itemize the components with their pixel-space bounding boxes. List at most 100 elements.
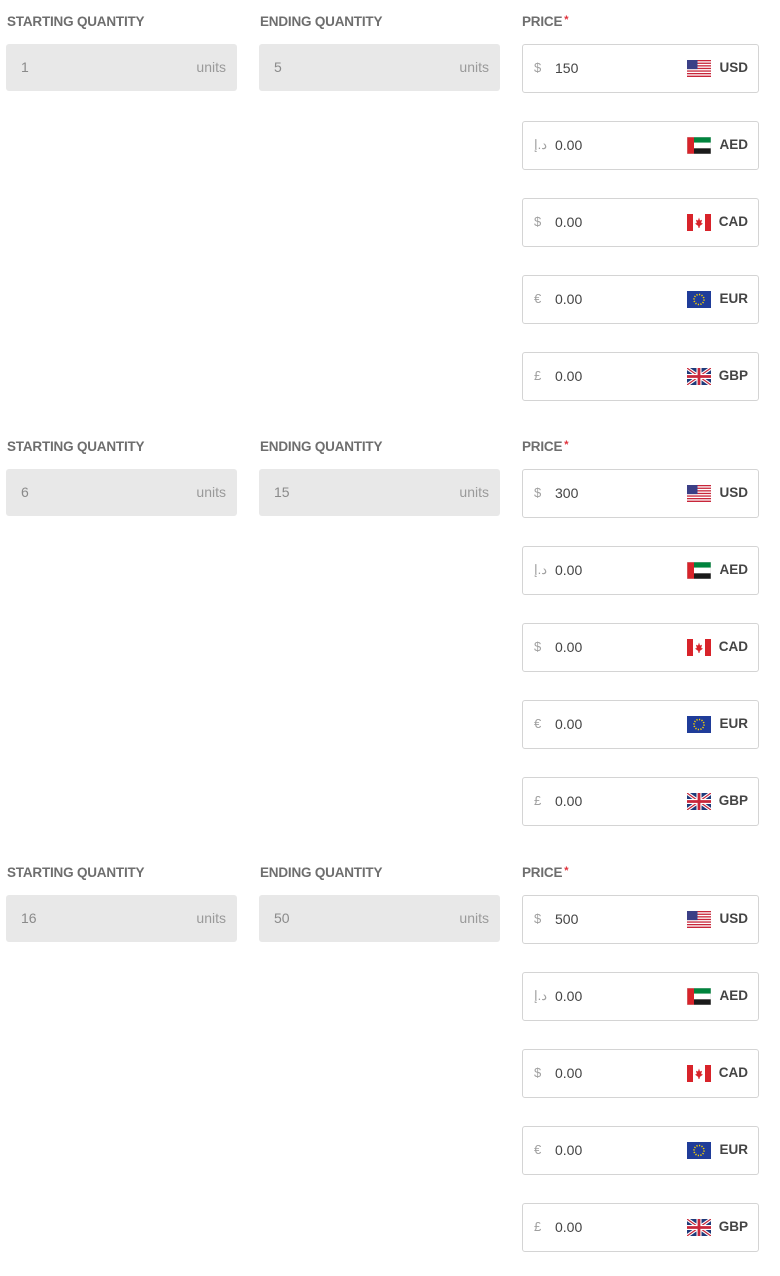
price-input-eur[interactable]: €0.00 EUR [522,1126,759,1175]
starting-quantity-label: STARTING QUANTITY [7,14,145,29]
uk-flag-icon [686,366,712,387]
price-input-cad[interactable]: $0.00 CAD [522,623,759,672]
price-input-usd[interactable]: $300 USD [522,469,759,518]
price-input-aed[interactable]: د.إ 0.00 AED [522,546,759,595]
price-input-eur[interactable]: €0.00 EUR [522,700,759,749]
currency-symbol: د.إ [534,562,548,577]
price-amount: 500 [555,911,579,927]
canada-flag-icon [687,214,711,231]
canada-flag-icon [687,1065,711,1082]
uae-flag-icon [686,987,712,1006]
currency-symbol: $ [534,485,542,500]
eu-flag-icon [687,1142,711,1159]
starting-quantity-label: STARTING QUANTITY [7,865,145,880]
price-label-text: PRICE [522,14,563,29]
price-input-cad[interactable]: $0.00 CAD [522,198,759,247]
currency-code: AED [719,988,748,1003]
uae-flag-icon [686,561,712,580]
price-input-aed[interactable]: د.إ 0.00 AED [522,972,759,1021]
price-amount: 0.00 [555,368,583,384]
price-input-usd[interactable]: $500 USD [522,895,759,944]
price-amount: 0.00 [555,1219,583,1235]
starting-quantity-value: 1 [21,59,29,75]
starting-quantity-value: 16 [21,910,37,926]
uae-flag-icon [686,136,712,155]
currency-symbol: £ [534,793,542,808]
price-input-usd[interactable]: $150 USD [522,44,759,93]
currency-symbol: € [534,716,542,731]
uk-flag-icon [686,1217,712,1238]
price-amount: 0.00 [555,137,583,153]
currency-code: USD [719,911,748,926]
price-amount: 0.00 [555,639,583,655]
currency-symbol: $ [534,639,542,654]
price-amount: 0.00 [555,793,583,809]
us-flag-icon [687,911,711,928]
price-amount: 0.00 [555,291,583,307]
price-amount: 0.00 [555,716,583,732]
price-tier: STARTING QUANTITY ENDING QUANTITY PRICE *… [0,0,780,425]
currency-symbol: £ [534,1219,542,1234]
ending-quantity-field[interactable]: 50 units [259,895,500,942]
currency-code: CAD [718,639,748,654]
ending-quantity-label: ENDING QUANTITY [260,439,383,454]
price-tier: STARTING QUANTITY ENDING QUANTITY PRICE *… [0,425,780,850]
currency-code: GBP [718,368,748,383]
price-input-gbp[interactable]: £0.00 GBP [522,1203,759,1252]
price-label: PRICE * [522,14,569,29]
starting-quantity-label: STARTING QUANTITY [7,439,145,454]
price-label-text: PRICE [522,865,563,880]
price-tier: STARTING QUANTITY ENDING QUANTITY PRICE *… [0,851,780,1276]
currency-code: GBP [718,793,748,808]
currency-code: EUR [719,716,748,731]
currency-symbol: د.إ [534,137,548,152]
starting-quantity-value: 6 [21,484,29,500]
required-marker: * [564,14,569,26]
currency-code: CAD [718,1065,748,1080]
units-suffix: units [459,484,489,500]
ending-quantity-field[interactable]: 5 units [259,44,500,91]
currency-symbol: $ [534,214,542,229]
currency-code: CAD [718,214,748,229]
ending-quantity-value: 5 [274,59,282,75]
canada-flag-icon [687,639,711,656]
price-input-cad[interactable]: $0.00 CAD [522,1049,759,1098]
currency-symbol: $ [534,60,542,75]
us-flag-icon [687,485,711,502]
currency-code: USD [719,485,748,500]
price-amount: 300 [555,485,579,501]
units-suffix: units [196,59,226,75]
uk-flag-icon [686,791,712,812]
price-input-eur[interactable]: €0.00 EUR [522,275,759,324]
units-suffix: units [196,910,226,926]
units-suffix: units [459,59,489,75]
price-amount: 0.00 [555,214,583,230]
currency-code: AED [719,137,748,152]
currency-code: AED [719,562,748,577]
price-input-aed[interactable]: د.إ 0.00 AED [522,121,759,170]
price-amount: 0.00 [555,1065,583,1081]
ending-quantity-value: 15 [274,484,290,500]
currency-code: GBP [718,1219,748,1234]
eu-flag-icon [687,291,711,308]
starting-quantity-field[interactable]: 6 units [6,469,237,516]
currency-symbol: € [534,291,542,306]
starting-quantity-field[interactable]: 1 units [6,44,237,91]
price-amount: 0.00 [555,1142,583,1158]
currency-symbol: $ [534,1065,542,1080]
ending-quantity-value: 50 [274,910,290,926]
price-amount: 150 [555,60,579,76]
price-label-text: PRICE [522,439,563,454]
currency-code: EUR [719,1142,748,1157]
currency-code: EUR [719,291,748,306]
price-input-gbp[interactable]: £0.00 GBP [522,777,759,826]
price-input-gbp[interactable]: £0.00 GBP [522,352,759,401]
starting-quantity-field[interactable]: 16 units [6,895,237,942]
units-suffix: units [196,484,226,500]
currency-symbol: £ [534,368,542,383]
price-label: PRICE * [522,439,569,454]
ending-quantity-field[interactable]: 15 units [259,469,500,516]
price-amount: 0.00 [555,988,583,1004]
eu-flag-icon [687,716,711,733]
ending-quantity-label: ENDING QUANTITY [260,14,383,29]
